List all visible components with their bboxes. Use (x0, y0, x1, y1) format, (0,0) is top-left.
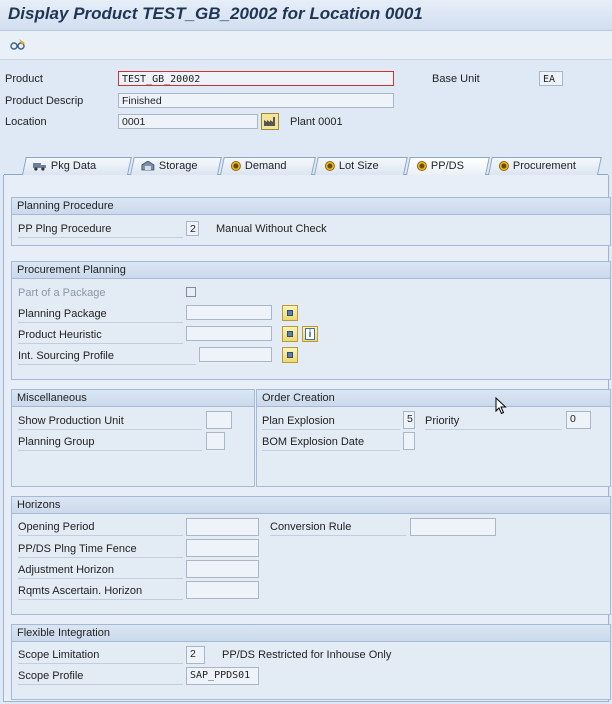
tab-label: Procurement (512, 160, 576, 172)
int-sourcing-profile-field[interactable] (199, 347, 272, 362)
pp-plng-procedure-text: Manual Without Check (216, 223, 327, 235)
group-title: Flexible Integration (12, 625, 610, 642)
show-production-unit-field[interactable] (206, 411, 232, 429)
tab-label: Storage (158, 160, 198, 172)
window-title: Display Product TEST_GB_20002 for Locati… (8, 4, 423, 23)
scope-limitation-text: PP/DS Restricted for Inhouse Only (222, 649, 392, 661)
part-of-package-label: Part of a Package (18, 287, 106, 299)
product-descrip-field[interactable]: Finished (118, 93, 394, 108)
adjustment-horizon-label: Adjustment Horizon (18, 564, 183, 579)
adjustment-horizon-field[interactable] (186, 560, 259, 578)
tab-pp-ds[interactable]: PP/DS (406, 157, 490, 175)
group-title: Miscellaneous (12, 390, 254, 407)
planning-package-label: Planning Package (18, 308, 183, 323)
planning-package-field[interactable] (186, 305, 272, 320)
base-unit-label: Base Unit (432, 73, 480, 85)
toolbar (0, 31, 612, 60)
tab-lot-size[interactable]: Lot Size (314, 157, 408, 175)
priority-label: Priority (425, 415, 562, 430)
glasses-change-icon[interactable] (9, 37, 27, 53)
opening-period-label: Opening Period (18, 521, 183, 536)
storage-icon (141, 161, 155, 171)
base-unit-field[interactable]: EA (539, 71, 563, 86)
tab-label: PP/DS (430, 160, 464, 172)
mouse-cursor-icon (495, 397, 507, 415)
planning-group-field[interactable] (206, 432, 225, 450)
location-text: Plant 0001 (290, 116, 343, 128)
product-field[interactable]: TEST_GB_20002 (118, 71, 394, 86)
group-planning-procedure: Planning Procedure (11, 197, 611, 246)
scope-limitation-field[interactable]: 2 (186, 646, 205, 664)
plan-explosion-label: Plan Explosion (262, 415, 400, 430)
show-production-unit-label: Show Production Unit (18, 415, 202, 430)
tab-storage[interactable]: Storage (130, 157, 222, 175)
opening-period-field[interactable] (186, 518, 259, 536)
priority-field[interactable]: 0 (566, 411, 591, 429)
product-heuristic-field[interactable] (186, 326, 272, 341)
conversion-rule-label: Conversion Rule (270, 521, 406, 536)
group-title: Planning Procedure (12, 198, 610, 215)
scope-profile-label: Scope Profile (18, 670, 183, 685)
rqmts-ascertain-horizon-label: Rqmts Ascertain. Horizon (18, 585, 183, 600)
int-sourcing-profile-select-button[interactable] (282, 347, 298, 363)
status-dot-icon (498, 161, 509, 171)
group-title: Procurement Planning (12, 262, 610, 279)
tab-label: Demand (244, 160, 287, 172)
planning-group-label: Planning Group (18, 436, 202, 451)
plan-explosion-field[interactable]: 5 (403, 411, 415, 429)
rqmts-ascertain-horizon-field[interactable] (186, 581, 259, 599)
group-title: Order Creation (257, 390, 610, 407)
group-title: Horizons (12, 497, 610, 514)
status-dot-icon (416, 161, 427, 171)
tab-label: Pkg Data (50, 160, 97, 172)
scope-limitation-label: Scope Limitation (18, 649, 183, 664)
info-icon[interactable] (302, 326, 318, 342)
ppds-plng-time-fence-field[interactable] (186, 539, 259, 557)
int-sourcing-profile-label: Int. Sourcing Profile (18, 350, 196, 365)
status-dot-icon (324, 161, 335, 171)
tab-procurement[interactable]: Procurement (488, 157, 602, 175)
product-descrip-label: Product Descrip (5, 95, 84, 107)
ppds-plng-time-fence-label: PP/DS Plng Time Fence (18, 543, 183, 558)
product-label: Product (5, 73, 43, 85)
conversion-rule-field[interactable] (410, 518, 496, 536)
tab-pkg-data[interactable]: Pkg Data (22, 157, 132, 175)
location-label: Location (5, 116, 47, 128)
location-field[interactable]: 0001 (118, 114, 258, 129)
tab-label: Lot Size (338, 160, 379, 172)
product-heuristic-label: Product Heuristic (18, 329, 183, 344)
bom-explosion-date-label: BOM Explosion Date (262, 436, 400, 451)
pp-plng-procedure-field[interactable]: 2 (186, 221, 199, 236)
product-heuristic-select-button[interactable] (282, 326, 298, 342)
scope-profile-field[interactable]: SAP_PPDS01 (186, 667, 259, 685)
bom-explosion-date-field[interactable] (403, 432, 415, 450)
planning-package-select-button[interactable] (282, 305, 298, 321)
truck-icon (32, 163, 46, 171)
tab-demand[interactable]: Demand (220, 157, 316, 175)
status-dot-icon (230, 161, 241, 171)
pp-plng-procedure-label: PP Plng Procedure (18, 223, 183, 238)
part-of-package-checkbox[interactable] (186, 287, 196, 297)
factory-icon[interactable] (261, 113, 279, 130)
